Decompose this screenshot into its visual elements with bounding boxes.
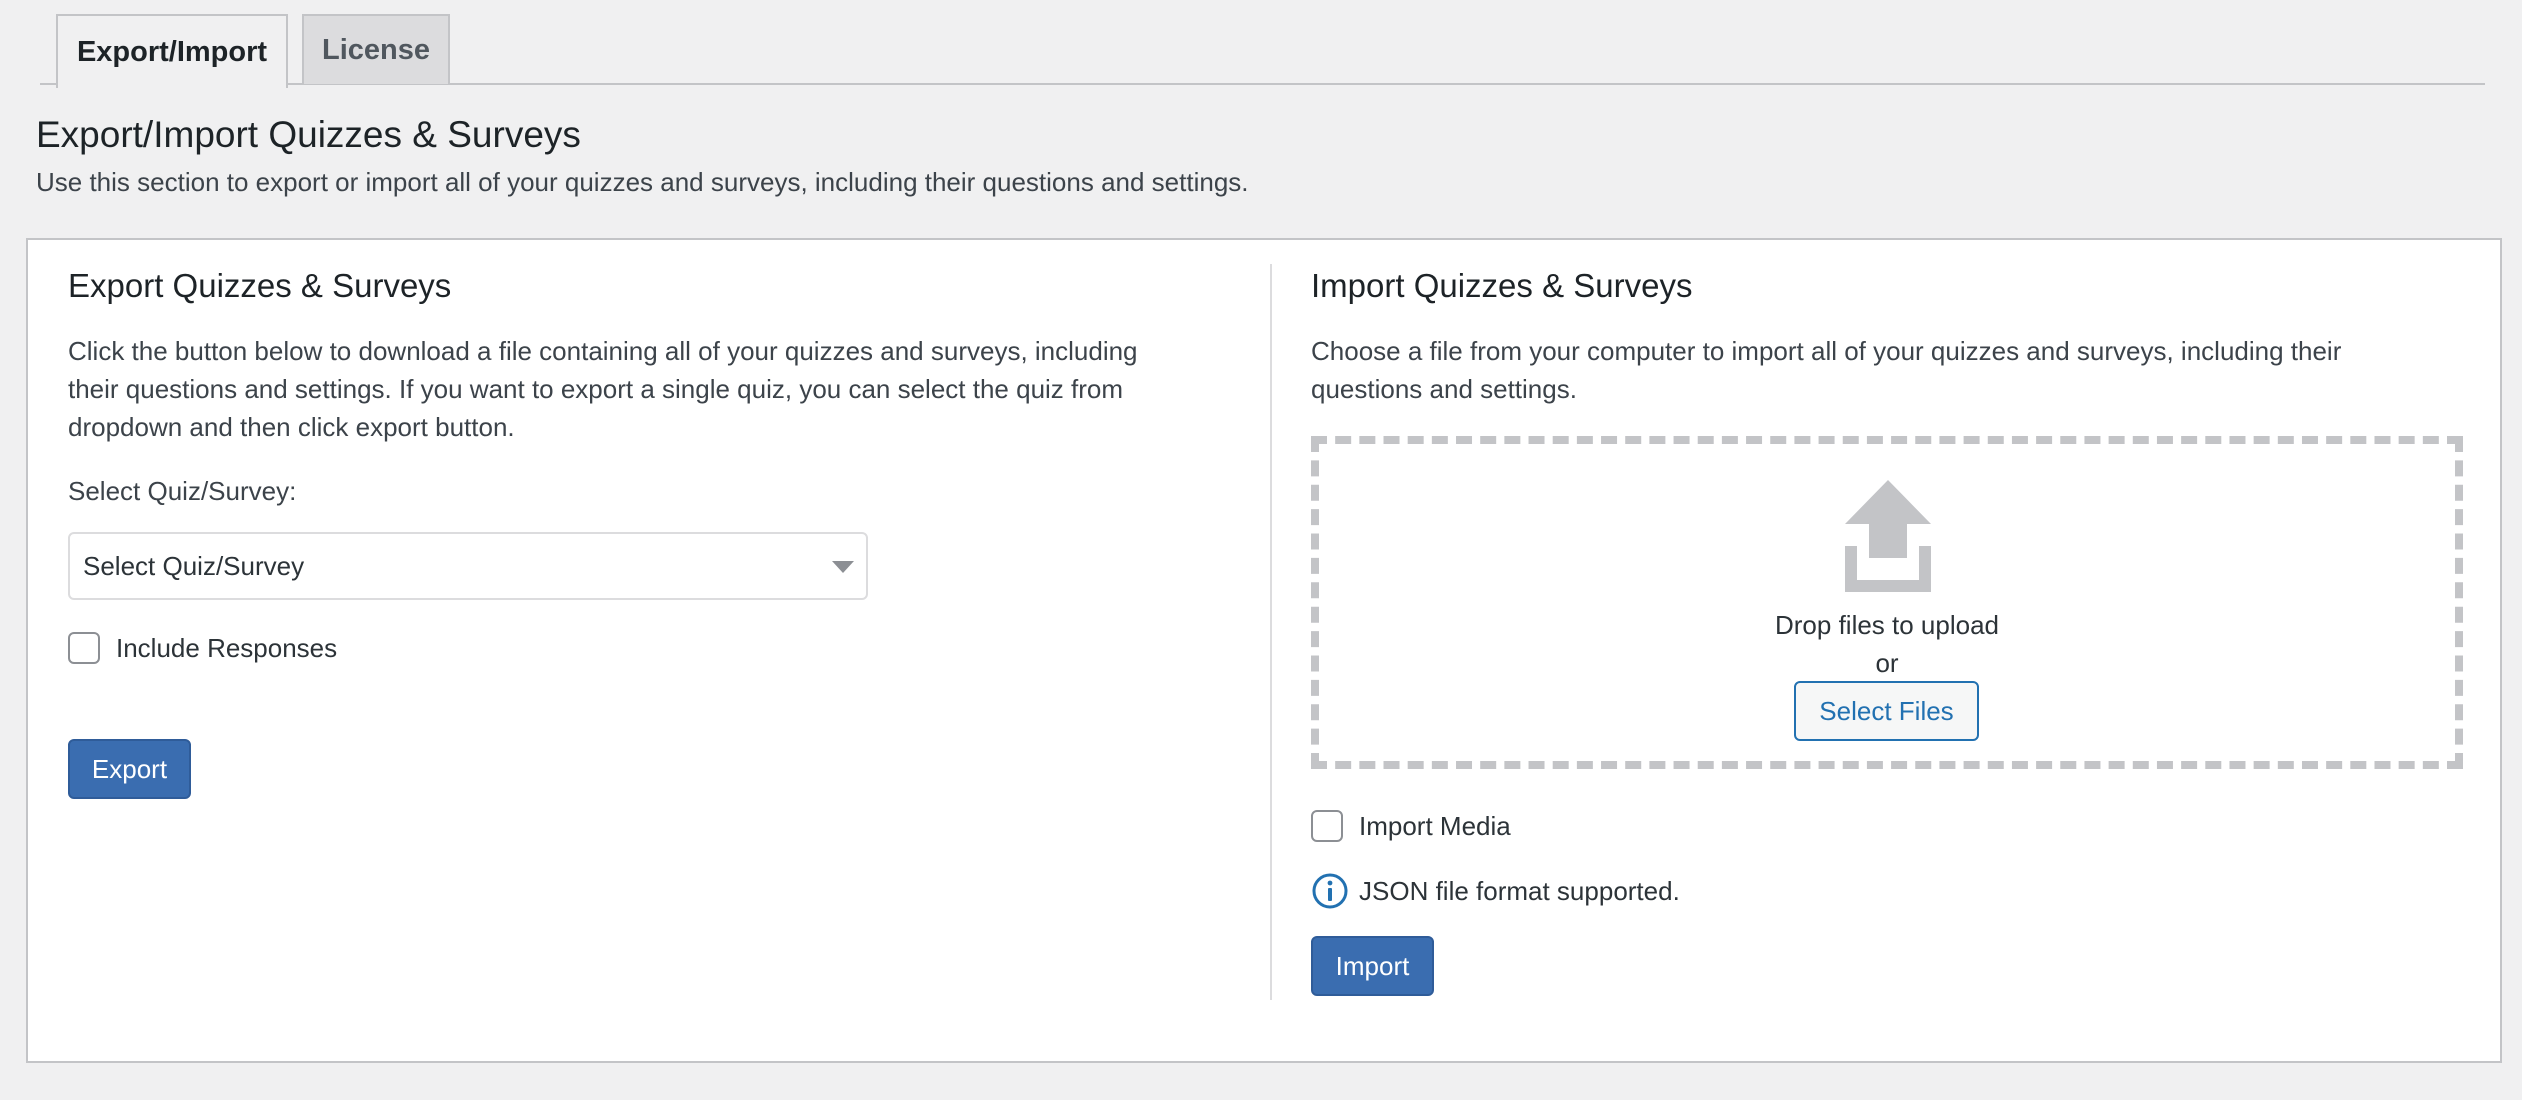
export-description: Click the button below to download a fil… <box>68 332 1248 446</box>
tab-export-import[interactable]: Export/Import <box>56 14 288 88</box>
import-description: Choose a file from your computer to impo… <box>1311 332 2481 408</box>
import-description-line: questions and settings. <box>1311 374 1577 404</box>
format-note-text: JSON file format supported. <box>1359 875 1680 906</box>
include-responses-checkbox[interactable] <box>68 632 100 664</box>
select-files-button[interactable]: Select Files <box>1794 681 1979 741</box>
info-circle-icon <box>1312 873 1348 909</box>
tab-license[interactable]: License <box>302 14 450 84</box>
export-button[interactable]: Export <box>68 739 191 799</box>
export-title: Export Quizzes & Surveys <box>68 267 452 304</box>
include-responses-row: Include Responses <box>68 632 337 664</box>
import-description-line: Choose a file from your computer to impo… <box>1311 336 2342 366</box>
include-responses-label[interactable]: Include Responses <box>116 633 337 664</box>
export-description-line: Click the button below to download a fil… <box>68 336 1138 366</box>
page-title: Export/Import Quizzes & Surveys <box>36 114 581 155</box>
quiz-select-value: Select Quiz/Survey <box>83 550 305 581</box>
import-media-row: Import Media <box>1311 810 1511 842</box>
select-quiz-label: Select Quiz/Survey: <box>68 476 297 506</box>
quiz-select-dropdown[interactable]: Select Quiz/Survey <box>68 532 868 600</box>
import-media-checkbox[interactable] <box>1311 810 1343 842</box>
tab-bar: Export/Import License <box>40 0 2485 88</box>
column-divider <box>1270 264 1272 1000</box>
import-title: Import Quizzes & Surveys <box>1311 267 1693 304</box>
import-button[interactable]: Import <box>1311 936 1434 996</box>
page-description: Use this section to export or import all… <box>36 167 1249 197</box>
file-dropzone[interactable]: Drop files to upload or Select Files <box>1311 436 2463 769</box>
export-description-line: dropdown and then click export button. <box>68 412 515 442</box>
export-import-card: Export Quizzes & Surveys Click the butto… <box>26 238 2502 1063</box>
export-description-line: their questions and settings. If you wan… <box>68 374 1124 404</box>
caret-down-icon <box>832 561 854 573</box>
format-note-row: JSON file format supported. <box>1311 872 1680 910</box>
upload-arrow-icon <box>1845 480 1931 592</box>
import-media-label[interactable]: Import Media <box>1359 811 1511 842</box>
or-text: or <box>1875 648 1899 678</box>
drop-files-text: Drop files to upload <box>1774 610 2000 640</box>
